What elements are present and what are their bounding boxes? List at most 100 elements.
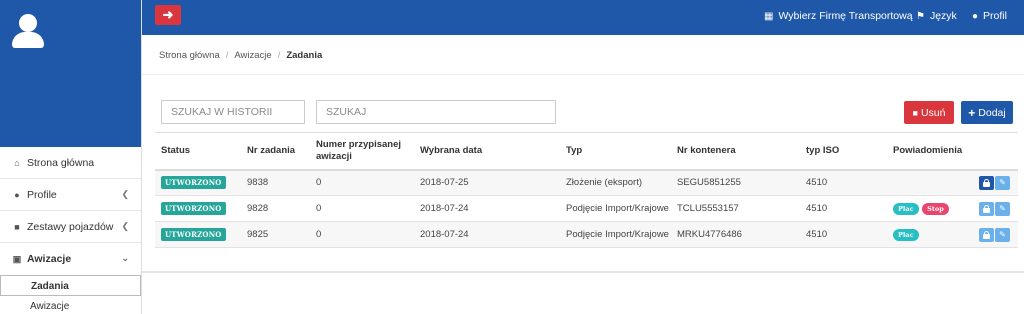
selected-date: 2018-07-24: [414, 221, 560, 248]
truck-icon: ■: [14, 221, 20, 232]
col-container-number[interactable]: Nr kontenera: [671, 132, 800, 171]
sidebar: ⌂ Strona główna ● Profile ❮ ■ Zestawy po…: [0, 0, 142, 314]
sidebar-item-label: Zestawy pojazdów: [27, 220, 114, 233]
add-button[interactable]: + Dodaj: [961, 101, 1013, 124]
delete-button[interactable]: ■ Usuń: [904, 101, 954, 124]
col-notifications[interactable]: Powiadomienia: [887, 132, 973, 171]
iso-type: 4510: [800, 195, 887, 222]
container-number: MRKU4776486: [671, 221, 800, 248]
notifications-cell: Plac Stop: [887, 195, 973, 222]
trash-icon: ■: [912, 107, 918, 118]
sidebar-item-home[interactable]: ⌂ Strona główna: [0, 147, 141, 179]
profile-link[interactable]: ● Profil: [972, 10, 1007, 22]
row-actions: ✎: [979, 227, 1010, 242]
profile-label: Profil: [983, 10, 1007, 22]
table-row[interactable]: UTWORZONO 9838 0 2018-07-25 Złożenie (ek…: [155, 169, 1018, 196]
notifications-cell: Plac: [887, 221, 973, 248]
edit-button[interactable]: ✎: [995, 227, 1010, 242]
building-icon: ▦: [764, 10, 774, 22]
chevron-down-icon: ⌄: [121, 253, 129, 263]
sidebar-item-label: Profile: [27, 188, 57, 201]
lock-button[interactable]: [979, 227, 994, 242]
assigned-awizacja: 0: [310, 169, 414, 196]
status-badge: UTWORZONO: [161, 176, 226, 190]
status-badge: UTWORZONO: [161, 202, 226, 215]
lock-button[interactable]: [979, 201, 994, 216]
search-input[interactable]: [316, 100, 556, 124]
lock-icon: [983, 230, 990, 239]
col-status[interactable]: Status: [155, 132, 241, 171]
sidebar-item-vehicle-sets[interactable]: ■ Zestawy pojazdów ❮: [0, 211, 141, 243]
breadcrumb-awizacje[interactable]: Awizacje: [234, 50, 271, 61]
plus-icon: +: [968, 105, 976, 120]
pencil-icon: ✎: [999, 177, 1006, 187]
sidebar-item-profile[interactable]: ● Profile ❮: [0, 179, 141, 211]
add-button-label: Dodaj: [978, 106, 1006, 119]
avatar-icon: [12, 14, 44, 50]
delete-button-label: Usuń: [920, 106, 946, 119]
sidebar-nav: ⌂ Strona główna ● Profile ❮ ■ Zestawy po…: [0, 147, 141, 275]
table-header-row: Status Nr zadania Numer przypisanej awiz…: [155, 132, 1018, 171]
task-type: Podjęcie Import/Krajowe: [560, 195, 671, 222]
select-transport-company-label: Wybierz Firmę Transportową: [778, 10, 913, 22]
col-assigned-awizacja[interactable]: Numer przypisanej awizacji: [310, 132, 414, 171]
table-row[interactable]: UTWORZONO 9825 0 2018-07-24 Podjęcie Imp…: [155, 221, 1018, 248]
task-number: 9828: [241, 195, 310, 222]
sidebar-subitem-zadania[interactable]: Zadania: [0, 275, 141, 296]
selected-date: 2018-07-25: [414, 169, 560, 196]
language-link[interactable]: ⚑ Język: [916, 10, 957, 22]
stop-badge: Stop: [922, 202, 949, 215]
assigned-awizacja: 0: [310, 221, 414, 248]
task-number: 9825: [241, 221, 310, 248]
edit-button[interactable]: ✎: [995, 175, 1010, 190]
users-icon: ●: [14, 189, 20, 200]
sidebar-item-label: Awizacje: [27, 253, 72, 265]
col-actions: [973, 132, 1018, 171]
task-type: Podjęcie Import/Krajowe: [560, 221, 671, 248]
calendar-icon: ▣: [12, 253, 22, 264]
lock-icon: [983, 178, 990, 187]
top-navbar: ➜ ▦ Wybierz Firmę Transportową ⚑ Język ●…: [142, 0, 1024, 35]
flag-icon: ⚑: [916, 10, 925, 22]
task-type: Złożenie (eksport): [560, 169, 671, 196]
sidebar-item-label: Strona główna: [27, 156, 95, 169]
pencil-icon: ✎: [999, 229, 1006, 239]
edit-button[interactable]: ✎: [995, 201, 1010, 216]
plac-badge: Plac: [893, 228, 919, 241]
lock-icon: [983, 204, 990, 213]
arrow-left-icon: ➜: [162, 7, 174, 22]
chevron-left-icon: ❮: [121, 189, 129, 199]
lock-button[interactable]: [979, 175, 994, 190]
container-number: TCLU5553157: [671, 195, 800, 222]
select-transport-company-link[interactable]: ▦ Wybierz Firmę Transportową: [764, 10, 913, 22]
breadcrumb: Strona główna / Awizacje / Zadania: [159, 50, 323, 61]
chevron-left-icon: ❮: [121, 221, 129, 231]
plac-badge: Plac: [893, 202, 919, 215]
sidebar-header: [0, 0, 141, 147]
col-task-number[interactable]: Nr zadania: [241, 132, 310, 171]
container-number: SEGU5851255: [671, 169, 800, 196]
user-icon: ●: [972, 10, 979, 22]
pencil-icon: ✎: [999, 203, 1006, 213]
table-row[interactable]: UTWORZONO 9828 0 2018-07-24 Podjęcie Imp…: [155, 195, 1018, 222]
history-search-input[interactable]: [161, 100, 305, 124]
col-type[interactable]: Typ: [560, 132, 671, 171]
assigned-awizacja: 0: [310, 195, 414, 222]
col-selected-date[interactable]: Wybrana data: [414, 132, 560, 171]
back-button[interactable]: ➜: [155, 5, 181, 25]
breadcrumb-home[interactable]: Strona główna: [159, 50, 220, 61]
home-icon: ⌂: [14, 157, 20, 168]
language-label: Język: [929, 10, 957, 22]
task-number: 9838: [241, 169, 310, 196]
row-actions: ✎: [979, 175, 1010, 190]
sidebar-item-awizacje[interactable]: ▣ Awizacje ⌄: [0, 243, 141, 275]
sidebar-subitem-awizacje[interactable]: Awizacje: [0, 296, 141, 314]
status-badge: UTWORZONO: [161, 228, 226, 241]
iso-type: 4510: [800, 169, 887, 196]
col-iso-type[interactable]: typ ISO: [800, 132, 887, 171]
notifications-cell: [887, 169, 973, 196]
iso-type: 4510: [800, 221, 887, 248]
selected-date: 2018-07-24: [414, 195, 560, 222]
tasks-table: Status Nr zadania Numer przypisanej awiz…: [155, 132, 1018, 248]
breadcrumb-current: Zadania: [286, 50, 323, 61]
